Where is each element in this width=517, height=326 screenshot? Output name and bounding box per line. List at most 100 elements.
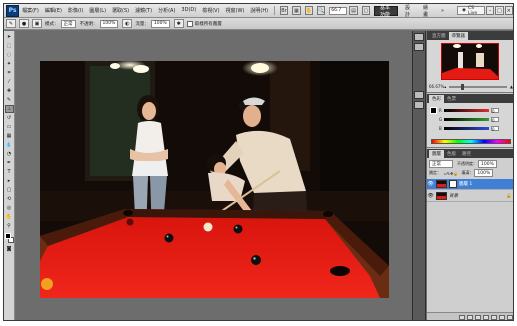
menu-item[interactable]: 選取(S) (109, 7, 132, 14)
maximize-button[interactable]: □ (495, 6, 504, 15)
color-slider-g[interactable] (444, 117, 489, 121)
color-value-b[interactable]: 0 (491, 125, 499, 132)
quick-select-tool-icon[interactable]: ✦ (5, 60, 14, 68)
add-mask-icon[interactable] (475, 314, 481, 320)
tab-swatches[interactable]: 色票 (444, 95, 459, 103)
color-fg-preview[interactable] (430, 107, 437, 114)
zoom-tool-icon[interactable]: ⚲ (5, 222, 14, 230)
cs-live-button[interactable]: ◉ CS Live (457, 6, 485, 16)
blur-tool-icon[interactable]: 💧 (5, 141, 14, 149)
color-value-g[interactable]: 0 (491, 116, 499, 123)
menu-item[interactable]: 影像(I) (65, 7, 86, 14)
marquee-tool-icon[interactable]: ⬚ (5, 42, 14, 50)
close-button[interactable]: × (504, 6, 513, 15)
character-panel-icon[interactable] (414, 91, 424, 99)
layer-row[interactable]: 👁 圖層 1 (427, 179, 513, 190)
navigator-thumbnail[interactable] (441, 43, 499, 80)
zoom-tool-icon[interactable]: 🔍 (316, 6, 326, 15)
new-layer-icon[interactable] (499, 314, 505, 320)
menu-item[interactable]: 濾鏡(T) (132, 7, 155, 14)
tab-histogram[interactable]: 直方圖 (429, 32, 449, 40)
workspace-button[interactable]: 繪畫 (418, 5, 434, 18)
zoom-level-field[interactable]: 66.7 (329, 6, 348, 15)
workspace-more-button[interactable]: » (436, 6, 449, 16)
shape-tool-icon[interactable]: ▢ (5, 186, 14, 194)
menu-item[interactable]: 編輯(E) (42, 7, 65, 14)
tab-layers[interactable]: 圖層 (429, 150, 444, 158)
quick-mask-icon[interactable]: ◙ (5, 245, 14, 253)
clone-source-icon[interactable]: ▣ (32, 19, 42, 28)
layers-fill-field[interactable]: 100% (474, 169, 494, 177)
menu-item[interactable]: 說明(H) (247, 7, 271, 14)
new-group-icon[interactable] (491, 314, 497, 320)
brush-tool-icon[interactable]: ✎ (5, 96, 14, 104)
delete-layer-icon[interactable] (507, 314, 513, 320)
pressure-opacity-icon[interactable]: ◐ (122, 19, 133, 28)
paragraph-panel-icon[interactable] (414, 101, 424, 109)
minimize-button[interactable]: – (485, 6, 495, 15)
eraser-tool-icon[interactable]: ▭ (5, 123, 14, 131)
menu-item[interactable]: 檢視(V) (199, 7, 222, 14)
flow-field[interactable]: 100% (150, 19, 170, 28)
lasso-tool-icon[interactable]: ◌ (5, 51, 14, 59)
menu-item[interactable]: 圖層(L) (86, 7, 109, 14)
link-layers-icon[interactable] (459, 314, 465, 320)
screen-mode-icon[interactable]: ▢ (361, 6, 370, 15)
dodge-tool-icon[interactable]: ◔ (5, 150, 14, 158)
healing-brush-tool-icon[interactable]: ✚ (5, 87, 14, 95)
move-tool-icon[interactable]: ➤ (5, 33, 14, 41)
layer-mask-thumbnail[interactable] (449, 180, 457, 188)
aligned-checkbox[interactable] (186, 20, 193, 27)
menu-item[interactable]: 分析(A) (155, 7, 178, 14)
adjustment-layer-icon[interactable] (483, 314, 489, 320)
color-slider-r[interactable] (443, 108, 489, 112)
history-panel-icon[interactable] (414, 33, 424, 41)
path-select-tool-icon[interactable]: ▸ (5, 177, 14, 185)
hand-tool-icon[interactable]: ✋ (5, 213, 14, 221)
history-brush-tool-icon[interactable]: ↺ (5, 114, 14, 122)
zoom-out-icon[interactable]: ▴ (444, 84, 446, 89)
mini-bridge-icon[interactable]: ▦ (292, 6, 301, 15)
tab-color[interactable]: 色彩 (429, 95, 444, 103)
layers-blend-select[interactable]: 正常 (429, 160, 453, 168)
menu-item[interactable]: 3D(D) (178, 7, 199, 14)
menu-item[interactable]: 視窗(W) (223, 7, 248, 14)
layers-opacity-field[interactable]: 100% (478, 160, 497, 168)
brush-size-picker[interactable]: ● (19, 19, 29, 28)
eyedropper-tool-icon[interactable]: ⁄ (5, 78, 14, 86)
bridge-icon[interactable]: Br (279, 6, 289, 15)
lock-icons[interactable]: ▫✎✥🔒 (444, 171, 458, 176)
color-spectrum-ramp[interactable] (431, 139, 511, 144)
mode-select[interactable]: 正常 (60, 19, 76, 28)
tab-paths[interactable]: 路徑 (459, 150, 474, 158)
tab-channels[interactable]: 色版 (444, 150, 459, 158)
3d-camera-tool-icon[interactable]: ◎ (5, 204, 14, 212)
menu-item[interactable]: 檔案(F) (19, 7, 42, 14)
brush-preset-icon[interactable]: ✎ (6, 19, 16, 28)
gradient-tool-icon[interactable]: ▦ (5, 132, 14, 140)
arrange-documents-icon[interactable]: ▤ (349, 6, 358, 15)
tab-navigator[interactable]: 導覽器 (448, 32, 468, 40)
document-canvas-area[interactable] (16, 31, 412, 320)
color-value-r[interactable]: 0 (491, 107, 499, 114)
layer-style-icon[interactable] (467, 314, 473, 320)
crop-tool-icon[interactable]: ⌗ (5, 69, 14, 77)
zoom-in-icon[interactable]: ▲ (510, 84, 513, 89)
workspace-button[interactable]: 基本功能 (374, 5, 398, 18)
3d-rotate-tool-icon[interactable]: ⟲ (5, 195, 14, 203)
workspace-button[interactable]: 設計 (400, 5, 416, 18)
hand-tool-icon[interactable]: ✋ (304, 6, 313, 15)
eye-icon[interactable]: 👁 (427, 193, 434, 199)
layer-row[interactable]: 👁 背景 🔒 (427, 191, 513, 202)
actions-panel-icon[interactable] (414, 43, 424, 51)
foreground-color-swatch[interactable] (4, 233, 11, 239)
document-image[interactable] (40, 61, 389, 298)
navigator-zoom-knob[interactable] (460, 83, 464, 90)
pen-tool-icon[interactable]: ✒ (5, 159, 14, 167)
clone-stamp-tool-icon[interactable]: ⊥ (4, 105, 14, 113)
eye-icon[interactable]: 👁 (427, 181, 434, 187)
color-slider-b[interactable] (443, 126, 489, 130)
navigator-zoom-slider[interactable] (449, 83, 507, 90)
opacity-field[interactable]: 100% (99, 19, 119, 28)
airbrush-icon[interactable]: ✱ (173, 19, 184, 28)
